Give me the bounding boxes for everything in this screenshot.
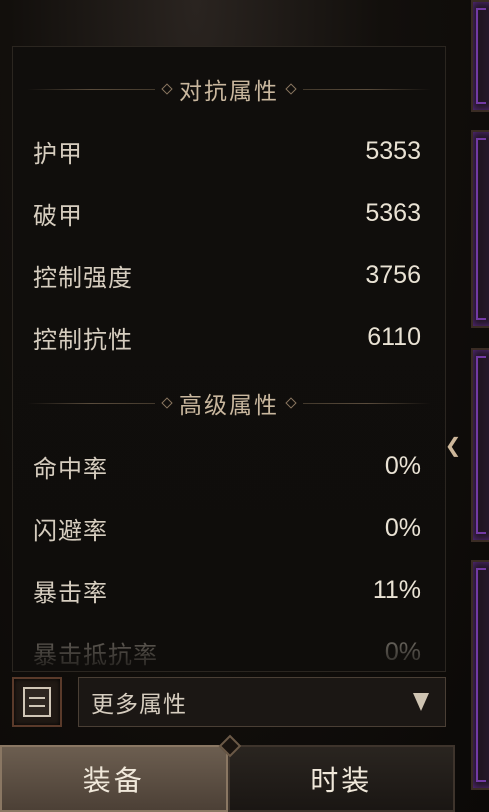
stat-label: 命中率 — [33, 454, 108, 483]
attributes-panel[interactable]: 对抗属性 护甲 5353 破甲 5363 控制强度 3756 控制抗性 6110… — [12, 46, 446, 672]
stat-value: 6110 — [367, 322, 421, 351]
diamond-icon — [285, 83, 297, 95]
stat-label: 控制抗性 — [33, 325, 133, 354]
dropdown-label: 更多属性 — [91, 692, 187, 718]
section-header-advanced: 高级属性 — [27, 383, 431, 423]
equipment-slot[interactable] — [471, 0, 489, 112]
stat-label: 护甲 — [33, 139, 83, 168]
diamond-icon — [285, 397, 297, 409]
divider — [303, 88, 431, 90]
stat-label: 暴击率 — [33, 578, 108, 607]
list-icon — [23, 687, 51, 717]
more-attributes-dropdown[interactable]: 更多属性 — [78, 677, 446, 727]
stat-value: 3756 — [365, 260, 421, 289]
stat-row-hit-rate: 命中率 0% — [33, 446, 421, 486]
stat-row-armor-penetration: 破甲 5363 — [33, 193, 421, 233]
equipment-slot[interactable] — [471, 348, 489, 542]
stat-value: 5353 — [365, 136, 421, 165]
section-header-combat: 对抗属性 — [27, 69, 431, 109]
stat-value: 5363 — [365, 198, 421, 227]
stat-value: 11% — [372, 575, 421, 604]
character-attributes-screen: ❮ 对抗属性 护甲 5353 破甲 5363 控制强度 3756 控制抗性 61… — [0, 0, 489, 812]
tab-equipment[interactable]: 装备 — [0, 745, 228, 812]
tab-label: 装备 — [82, 763, 145, 797]
divider — [303, 402, 431, 404]
chevron-down-icon — [413, 693, 429, 711]
stat-label: 破甲 — [33, 201, 83, 230]
more-attributes-icon-button[interactable] — [12, 677, 62, 727]
diamond-icon — [161, 83, 173, 95]
divider — [27, 88, 155, 90]
stat-value: 0% — [384, 637, 421, 666]
equipment-slot[interactable] — [471, 560, 489, 790]
stat-row-armor: 护甲 5353 — [33, 131, 421, 171]
stat-row-dodge-rate: 闪避率 0% — [33, 508, 421, 548]
stat-label: 暴击抵抗率 — [33, 640, 158, 669]
stat-value: 0% — [384, 451, 421, 480]
equipment-slot[interactable] — [471, 130, 489, 328]
arrow-left-icon[interactable]: ❮ — [443, 428, 463, 462]
section-title: 高级属性 — [179, 393, 279, 419]
divider — [27, 402, 155, 404]
stat-row-control-resistance: 控制抗性 6110 — [33, 317, 421, 357]
stat-label: 闪避率 — [33, 516, 108, 545]
tab-label: 时装 — [310, 763, 373, 797]
stat-label: 控制强度 — [33, 263, 133, 292]
stat-row-crit-resistance: 暴击抵抗率 0% — [33, 632, 421, 671]
section-title: 对抗属性 — [179, 79, 279, 105]
stat-row-crit-rate: 暴击率 11% — [33, 570, 421, 610]
tab-fashion[interactable]: 时装 — [227, 745, 455, 812]
stat-value: 0% — [384, 513, 421, 542]
stat-row-control-strength: 控制强度 3756 — [33, 255, 421, 295]
diamond-icon — [161, 397, 173, 409]
